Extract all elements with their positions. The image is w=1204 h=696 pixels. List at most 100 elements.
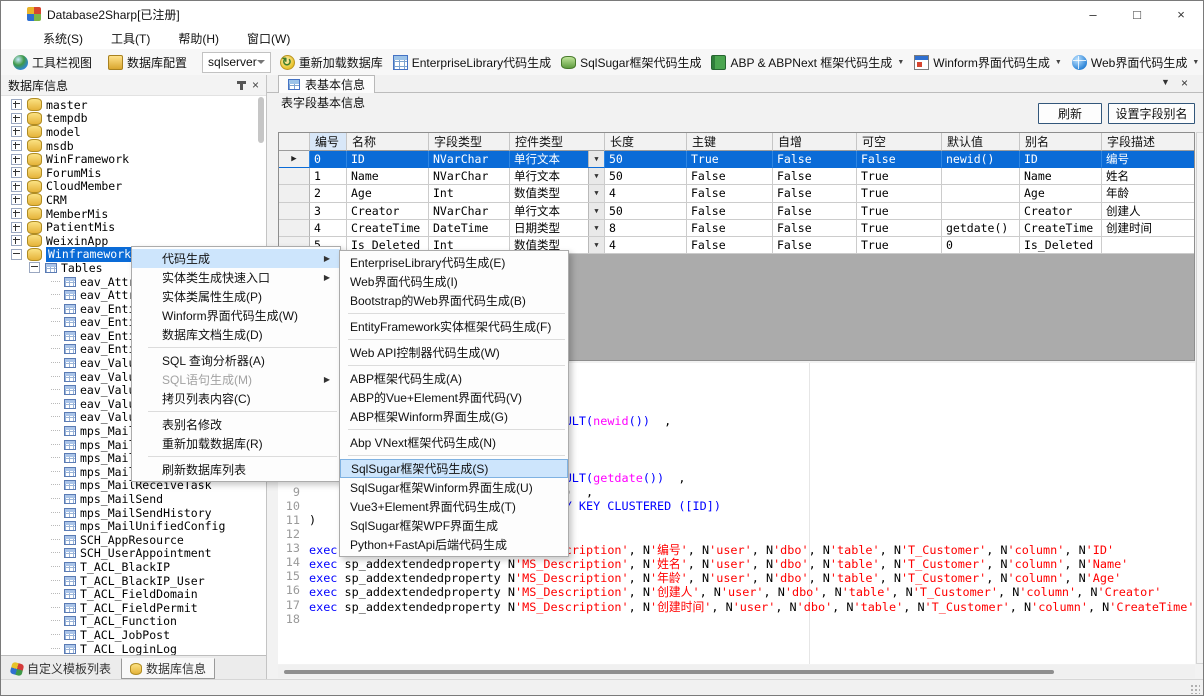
- combobox-dropdown-icon[interactable]: ▼: [588, 185, 604, 201]
- toolbar-button-数据库配置[interactable]: 数据库配置: [103, 52, 192, 73]
- grid-cell[interactable]: NVarChar: [429, 151, 510, 168]
- tree-node-table[interactable]: mps_MailUnifiedConfig: [1, 519, 266, 533]
- panel-close-icon[interactable]: ×: [252, 80, 259, 90]
- row-selector[interactable]: ▶: [279, 151, 310, 168]
- grid-cell[interactable]: Int: [429, 185, 510, 202]
- submenu-item-Abp VNext框架代码生成(N)[interactable]: Abp VNext框架代码生成(N): [340, 433, 568, 452]
- submenu-item-Bootstrap的Web界面代码生成(B)[interactable]: Bootstrap的Web界面代码生成(B): [340, 291, 568, 310]
- minimize-button[interactable]: –: [1071, 1, 1115, 27]
- tree-node-database[interactable]: MemberMis: [1, 207, 266, 221]
- context-menu-item-数据库文档生成(D)[interactable]: 数据库文档生成(D): [132, 325, 340, 344]
- grid-cell[interactable]: 创建时间: [1102, 220, 1195, 237]
- grid-cell[interactable]: 0: [310, 151, 347, 168]
- expand-icon[interactable]: [11, 222, 22, 233]
- toolbar-button-ABP & ABPNext 框架代码生成[interactable]: ABP & ABPNext 框架代码生成▼: [706, 52, 909, 73]
- grid-cell[interactable]: False: [773, 220, 857, 237]
- expand-icon[interactable]: [11, 235, 22, 246]
- grid-cell[interactable]: 单行文本▼: [510, 203, 605, 220]
- submenu-item-SqlSugar框架Winform界面生成(U)[interactable]: SqlSugar框架Winform界面生成(U): [340, 478, 568, 497]
- grid-cell[interactable]: CreateTime: [347, 220, 429, 237]
- tree-node-database[interactable]: msdb: [1, 139, 266, 153]
- tree-node-database[interactable]: model: [1, 125, 266, 139]
- expand-icon[interactable]: [11, 154, 22, 165]
- grid-cell[interactable]: 1: [310, 168, 347, 185]
- grid-cell[interactable]: 0: [942, 237, 1020, 254]
- submenu-item-EntityFramework实体框架代码生成(F)[interactable]: EntityFramework实体框架代码生成(F): [340, 317, 568, 336]
- grid-cell[interactable]: True: [857, 168, 942, 185]
- grid-cell[interactable]: NVarChar: [429, 203, 510, 220]
- toolbar-button-SqlSugar框架代码生成[interactable]: SqlSugar框架代码生成: [556, 52, 706, 73]
- grid-cell[interactable]: True: [857, 203, 942, 220]
- combobox-dropdown-icon[interactable]: ▼: [588, 220, 604, 236]
- tree-node-database[interactable]: CloudMember: [1, 180, 266, 194]
- grid-cell[interactable]: 50: [605, 151, 687, 168]
- resize-grip[interactable]: [1190, 684, 1200, 694]
- panel-vscrollbar[interactable]: [1196, 132, 1204, 664]
- grid-cell[interactable]: newid(): [942, 151, 1020, 168]
- grid-column-header-编号[interactable]: 编号: [310, 133, 347, 151]
- grid-cell[interactable]: 日期类型▼: [510, 220, 605, 237]
- grid-column-header-别名[interactable]: 别名: [1020, 133, 1102, 151]
- grid-cell[interactable]: Creator: [1020, 203, 1102, 220]
- grid-column-header-字段描述[interactable]: 字段描述: [1102, 133, 1195, 151]
- grid-cell[interactable]: 编号: [1102, 151, 1195, 168]
- grid-cell[interactable]: ID: [347, 151, 429, 168]
- table-row[interactable]: ▶0IDNVarChar单行文本▼50TrueFalseFalsenewid()…: [279, 151, 1194, 168]
- row-selector[interactable]: [279, 168, 310, 185]
- left-tab-自定义模板列表[interactable]: 自定义模板列表: [3, 658, 119, 679]
- grid-column-header-主键[interactable]: 主键: [687, 133, 773, 151]
- expand-icon[interactable]: [11, 99, 22, 110]
- context-menu-item-重新加载数据库(R)[interactable]: 重新加载数据库(R): [132, 434, 340, 453]
- grid-cell[interactable]: 4: [605, 237, 687, 254]
- grid-column-header-自增[interactable]: 自增: [773, 133, 857, 151]
- context-menu-item-SQL语句生成(M)[interactable]: SQL语句生成(M)▶: [132, 370, 340, 389]
- grid-cell[interactable]: DateTime: [429, 220, 510, 237]
- grid-cell[interactable]: True: [857, 185, 942, 202]
- expand-icon[interactable]: [11, 167, 22, 178]
- grid-column-header-字段类型[interactable]: 字段类型: [429, 133, 510, 151]
- row-selector[interactable]: [279, 185, 310, 202]
- submenu-item-Web API控制器代码生成(W)[interactable]: Web API控制器代码生成(W): [340, 343, 568, 362]
- tree-node-table[interactable]: T_ACL_BlackIP: [1, 560, 266, 574]
- tree-node-table[interactable]: SCH_AppResource: [1, 533, 266, 547]
- submenu-item-ABP框架Winform界面生成(G)[interactable]: ABP框架Winform界面生成(G): [340, 407, 568, 426]
- left-tab-数据库信息[interactable]: 数据库信息: [121, 658, 215, 679]
- combobox-dropdown-icon[interactable]: ▼: [588, 168, 604, 184]
- grid-cell[interactable]: 年龄: [1102, 185, 1195, 202]
- tree-node-database[interactable]: tempdb: [1, 112, 266, 126]
- grid-cell[interactable]: 单行文本▼: [510, 168, 605, 185]
- tree-node-table[interactable]: T_ACL_BlackIP_User: [1, 574, 266, 588]
- pin-icon[interactable]: [240, 81, 243, 90]
- tab-close-icon[interactable]: ×: [1181, 76, 1188, 90]
- grid-column-header-名称[interactable]: 名称: [347, 133, 429, 151]
- grid-cell[interactable]: 8: [605, 220, 687, 237]
- grid-cell[interactable]: CreateTime: [1020, 220, 1102, 237]
- submenu-item-SqlSugar框架WPF界面生成[interactable]: SqlSugar框架WPF界面生成: [340, 516, 568, 535]
- grid-cell[interactable]: False: [687, 220, 773, 237]
- expand-icon[interactable]: [11, 194, 22, 205]
- combobox-dropdown-icon[interactable]: ▼: [588, 237, 604, 253]
- submenu-item-EnterpriseLibrary代码生成(E)[interactable]: EnterpriseLibrary代码生成(E): [340, 253, 568, 272]
- close-button[interactable]: ×: [1159, 1, 1203, 27]
- tab-table-basic-info[interactable]: 表基本信息: [278, 75, 375, 93]
- grid-cell[interactable]: Name: [1020, 168, 1102, 185]
- grid-cell[interactable]: [942, 185, 1020, 202]
- hscrollbar-thumb[interactable]: [284, 670, 1054, 674]
- submenu-item-SqlSugar框架代码生成(S)[interactable]: SqlSugar框架代码生成(S): [340, 459, 568, 478]
- grid-cell[interactable]: True: [857, 237, 942, 254]
- context-menu-item-刷新数据库列表[interactable]: 刷新数据库列表: [132, 460, 340, 479]
- grid-cell[interactable]: getdate(): [942, 220, 1020, 237]
- context-menu-item-表别名修改[interactable]: 表别名修改: [132, 415, 340, 434]
- menubar-item-工具(T)[interactable]: 工具(T): [97, 28, 164, 49]
- grid-cell[interactable]: 50: [605, 168, 687, 185]
- grid-cell[interactable]: [1102, 237, 1195, 254]
- collapse-icon[interactable]: [29, 262, 40, 273]
- grid-cell[interactable]: False: [687, 168, 773, 185]
- chevron-down-icon[interactable]: ▼: [1055, 59, 1062, 66]
- grid-cell[interactable]: Age: [347, 185, 429, 202]
- context-menu-item-代码生成[interactable]: 代码生成▶: [132, 249, 340, 268]
- grid-cell[interactable]: Age: [1020, 185, 1102, 202]
- tree-node-table[interactable]: T_ACL_FieldDomain: [1, 587, 266, 601]
- submenu-item-Vue3+Element界面代码生成(T)[interactable]: Vue3+Element界面代码生成(T): [340, 497, 568, 516]
- tree-node-table[interactable]: T_ACL_Function: [1, 615, 266, 629]
